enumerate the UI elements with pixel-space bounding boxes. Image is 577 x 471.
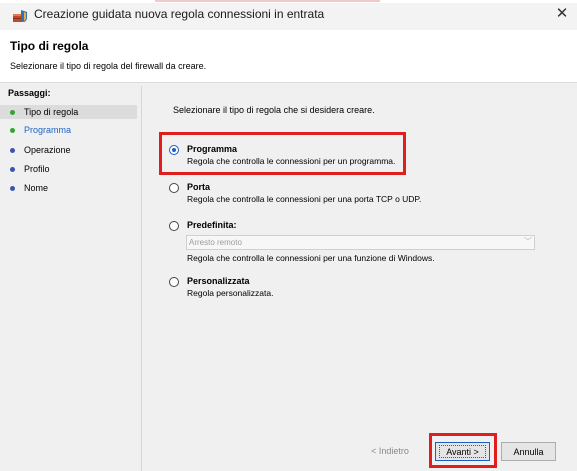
top-stripe [0, 0, 577, 3]
highlight-box [159, 132, 406, 175]
step-status-icon [10, 147, 15, 153]
step-programma[interactable]: Programma [10, 123, 71, 137]
radio-personalizzata[interactable] [169, 277, 179, 287]
page-subtitle: Selezionare il tipo di regola del firewa… [10, 61, 207, 71]
step-profilo[interactable]: Profilo [10, 162, 50, 176]
option-title: Predefinita: [187, 220, 237, 230]
step-status-icon [10, 109, 15, 115]
step-status-icon [10, 127, 15, 133]
firewall-shield-icon [12, 9, 28, 23]
option-title: Porta [187, 182, 211, 192]
step-operazione[interactable]: Operazione [10, 143, 71, 157]
close-icon[interactable]: ✕ [553, 5, 571, 23]
step-label: Nome [24, 183, 49, 193]
option-description: Regola che controlla le connessioni per … [187, 194, 422, 204]
predefined-rule-select[interactable]: Arresto remoto [186, 235, 535, 250]
step-status-icon [10, 166, 15, 172]
step-label: Profilo [24, 164, 50, 174]
window-title: Creazione guidata nuova regola connessio… [34, 7, 325, 21]
step-nome[interactable]: Nome [10, 181, 48, 195]
option-title: Personalizzata [187, 276, 250, 286]
cancel-button[interactable]: Annulla [501, 442, 556, 461]
option-description: Regola personalizzata. [187, 288, 274, 298]
step-label: Operazione [24, 145, 71, 155]
step-label: Tipo di regola [24, 107, 79, 117]
steps-heading: Passaggi: [8, 88, 51, 98]
chevron-down-icon: ﹀ [524, 237, 532, 246]
step-tipo-di-regola[interactable]: Tipo di regola [0, 105, 137, 119]
option-description: Regola che controlla le connessioni per … [187, 253, 435, 263]
back-button[interactable]: < Indietro [365, 442, 415, 461]
step-label: Programma [24, 125, 72, 135]
wizard-header [0, 30, 577, 83]
radio-porta[interactable] [169, 183, 179, 193]
step-status-icon [10, 185, 15, 191]
instruction-text: Selezionare il tipo di regola che si des… [173, 105, 375, 115]
page-title: Tipo di regola [10, 39, 89, 53]
radio-predefinita[interactable] [169, 221, 179, 231]
highlight-box [429, 433, 497, 468]
